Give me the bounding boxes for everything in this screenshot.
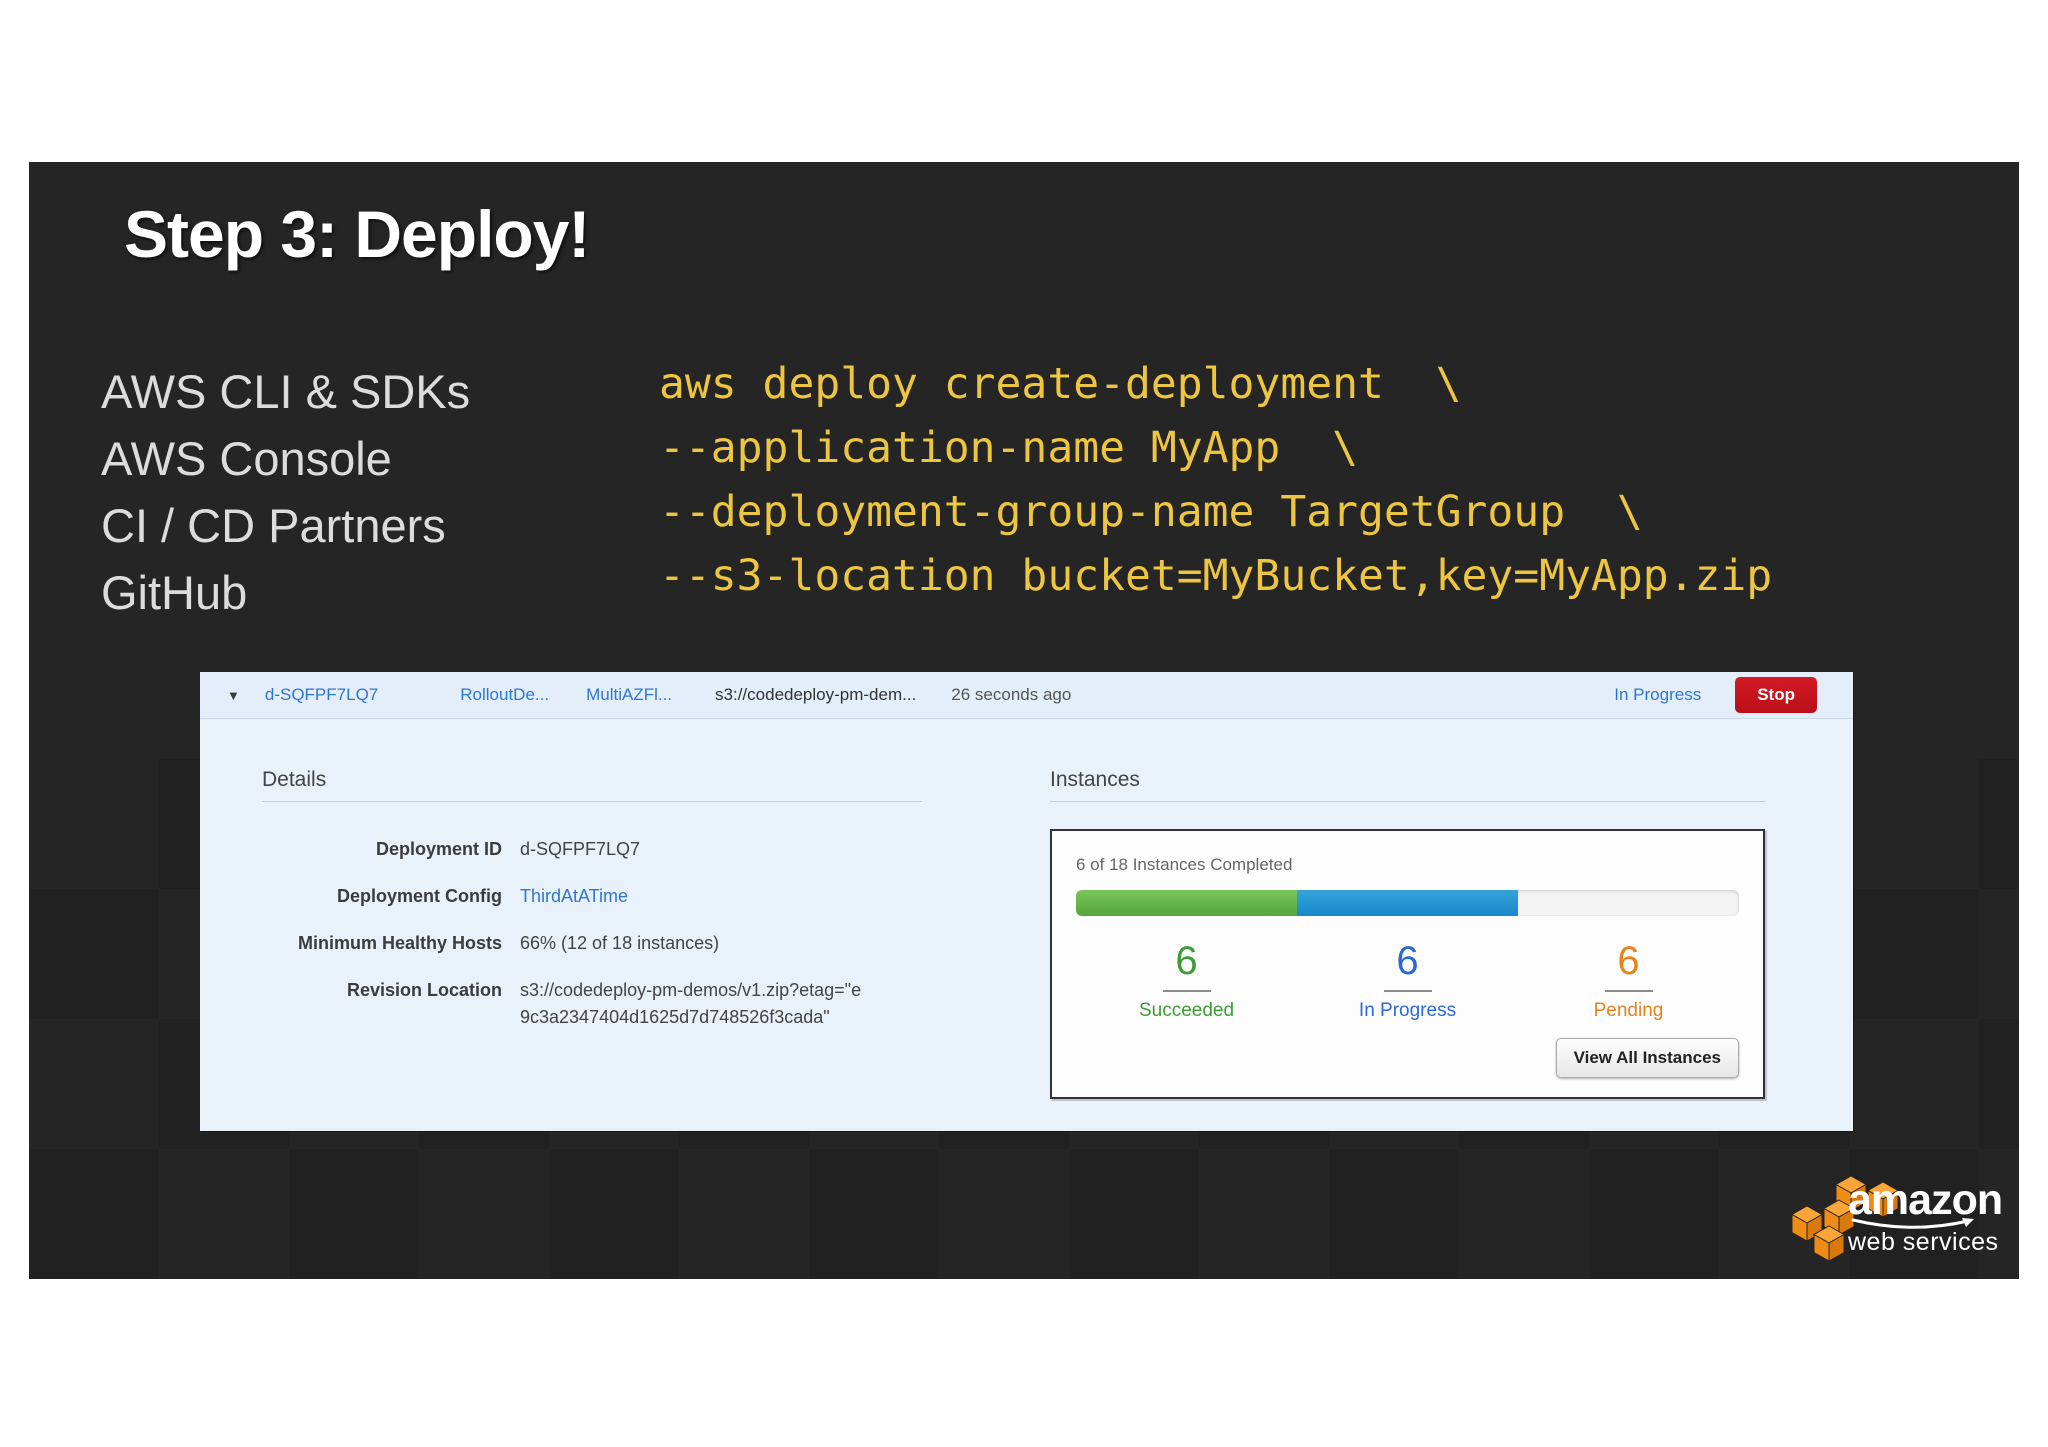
instances-heading: Instances	[1050, 768, 1140, 791]
cli-code-snippet: aws deploy create-deployment \ --applica…	[659, 352, 1772, 608]
deploy-methods-list: AWS CLI & SDKs AWS Console CI / CD Partn…	[101, 358, 470, 626]
view-all-instances-button[interactable]: View All Instances	[1555, 1038, 1739, 1078]
amazon-wordmark: amazon	[1848, 1176, 2003, 1224]
code-line: --application-name MyApp \	[659, 423, 1358, 473]
succeeded-count: 6	[1175, 939, 1198, 983]
multiaz-link[interactable]: MultiAZFl...	[586, 685, 672, 705]
revision-location-line1: s3://codedeploy-pm-demos/v1.zip?etag="e	[520, 980, 862, 1000]
instances-summary-box: 6 of 18 Instances Completed 6 Succeeded …	[1050, 829, 1765, 1099]
deployment-progress-bar	[1076, 890, 1739, 916]
stop-button[interactable]: Stop	[1735, 677, 1817, 713]
stat-divider	[1604, 990, 1653, 992]
detail-label: Deployment Config	[337, 886, 502, 906]
deployment-row-toolbar: ▼ d-SQFPF7LQ7 RolloutDe... MultiAZFl... …	[200, 672, 1853, 719]
stat-divider	[1383, 990, 1432, 992]
expand-caret-icon[interactable]: ▼	[227, 688, 240, 703]
details-heading: Details	[262, 768, 327, 791]
detail-label: Minimum Healthy Hosts	[297, 933, 502, 953]
status-badge: In Progress	[1614, 685, 1702, 704]
pending-label: Pending	[1593, 1000, 1664, 1021]
in-progress-count: 6	[1396, 939, 1419, 983]
list-item-github: GitHub	[101, 566, 248, 619]
stat-divider	[1162, 990, 1211, 992]
web-services-wordmark: web services	[1848, 1228, 1999, 1256]
rollout-link[interactable]: RolloutDe...	[460, 685, 549, 705]
detail-label: Revision Location	[346, 980, 502, 1000]
stat-in-progress: 6 In Progress	[1297, 940, 1518, 1022]
instances-button-row: View All Instances	[1076, 1038, 1739, 1078]
stat-succeeded: 6 Succeeded	[1076, 940, 1297, 1022]
revision-location-line2: 9c3a2347404d1625d7d748526f3cada"	[520, 1007, 830, 1027]
code-line: --s3-location bucket=MyBucket,key=MyApp.…	[659, 551, 1773, 601]
in-progress-label: In Progress	[1358, 1000, 1457, 1021]
deployment-id-value: d-SQFPF7LQ7	[520, 839, 641, 859]
code-line: --deployment-group-name TargetGroup \	[659, 487, 1643, 537]
list-item-cicd-partners: CI / CD Partners	[101, 499, 446, 552]
slide-title: Step 3: Deploy!	[124, 197, 590, 271]
details-section: Details Deployment ID d-SQFPF7LQ7 Deploy…	[262, 768, 922, 1031]
aws-logo: amazon web services	[1784, 1176, 2019, 1276]
deployment-config-link[interactable]: ThirdAtATime	[520, 883, 922, 910]
aws-logo-text: amazon web services	[1848, 1176, 2003, 1257]
stat-pending: 6 Pending	[1518, 940, 1739, 1022]
detail-label: Deployment ID	[375, 839, 502, 859]
codedeploy-console-screenshot: ▼ d-SQFPF7LQ7 RolloutDe... MultiAZFl... …	[200, 672, 1853, 1131]
progress-succeeded-segment	[1076, 890, 1297, 916]
instances-completed-text: 6 of 18 Instances Completed	[1076, 855, 1293, 874]
pending-count: 6	[1617, 939, 1640, 983]
details-rows: Deployment ID d-SQFPF7LQ7 Deployment Con…	[262, 836, 922, 1031]
list-item-cli-sdks: AWS CLI & SDKs	[101, 365, 471, 418]
revision-location-value: s3://codedeploy-pm-demos/v1.zip?etag="e 9…	[520, 977, 922, 1031]
details-rule	[262, 801, 922, 802]
time-ago-label: 26 seconds ago	[951, 685, 1072, 704]
min-healthy-hosts-value: 66% (12 of 18 instances)	[520, 933, 720, 953]
succeeded-label: Succeeded	[1138, 1000, 1235, 1021]
slide-canvas: Step 3: Deploy! AWS CLI & SDKs AWS Conso…	[29, 162, 2019, 1279]
progress-inprogress-segment	[1296, 890, 1518, 916]
page: Step 3: Deploy! AWS CLI & SDKs AWS Conso…	[0, 0, 2048, 1447]
instances-section: Instances 6 of 18 Instances Completed 6 …	[1050, 768, 1765, 1099]
deployment-id-link[interactable]: d-SQFPF7LQ7	[265, 685, 378, 705]
s3-revision-path: s3://codedeploy-pm-dem...	[715, 685, 917, 704]
instance-stats-row: 6 Succeeded 6 In Progress 6 Pending	[1076, 940, 1739, 1022]
code-line: aws deploy create-deployment \	[659, 359, 1462, 409]
list-item-console: AWS Console	[101, 432, 392, 485]
instances-rule	[1050, 801, 1765, 802]
